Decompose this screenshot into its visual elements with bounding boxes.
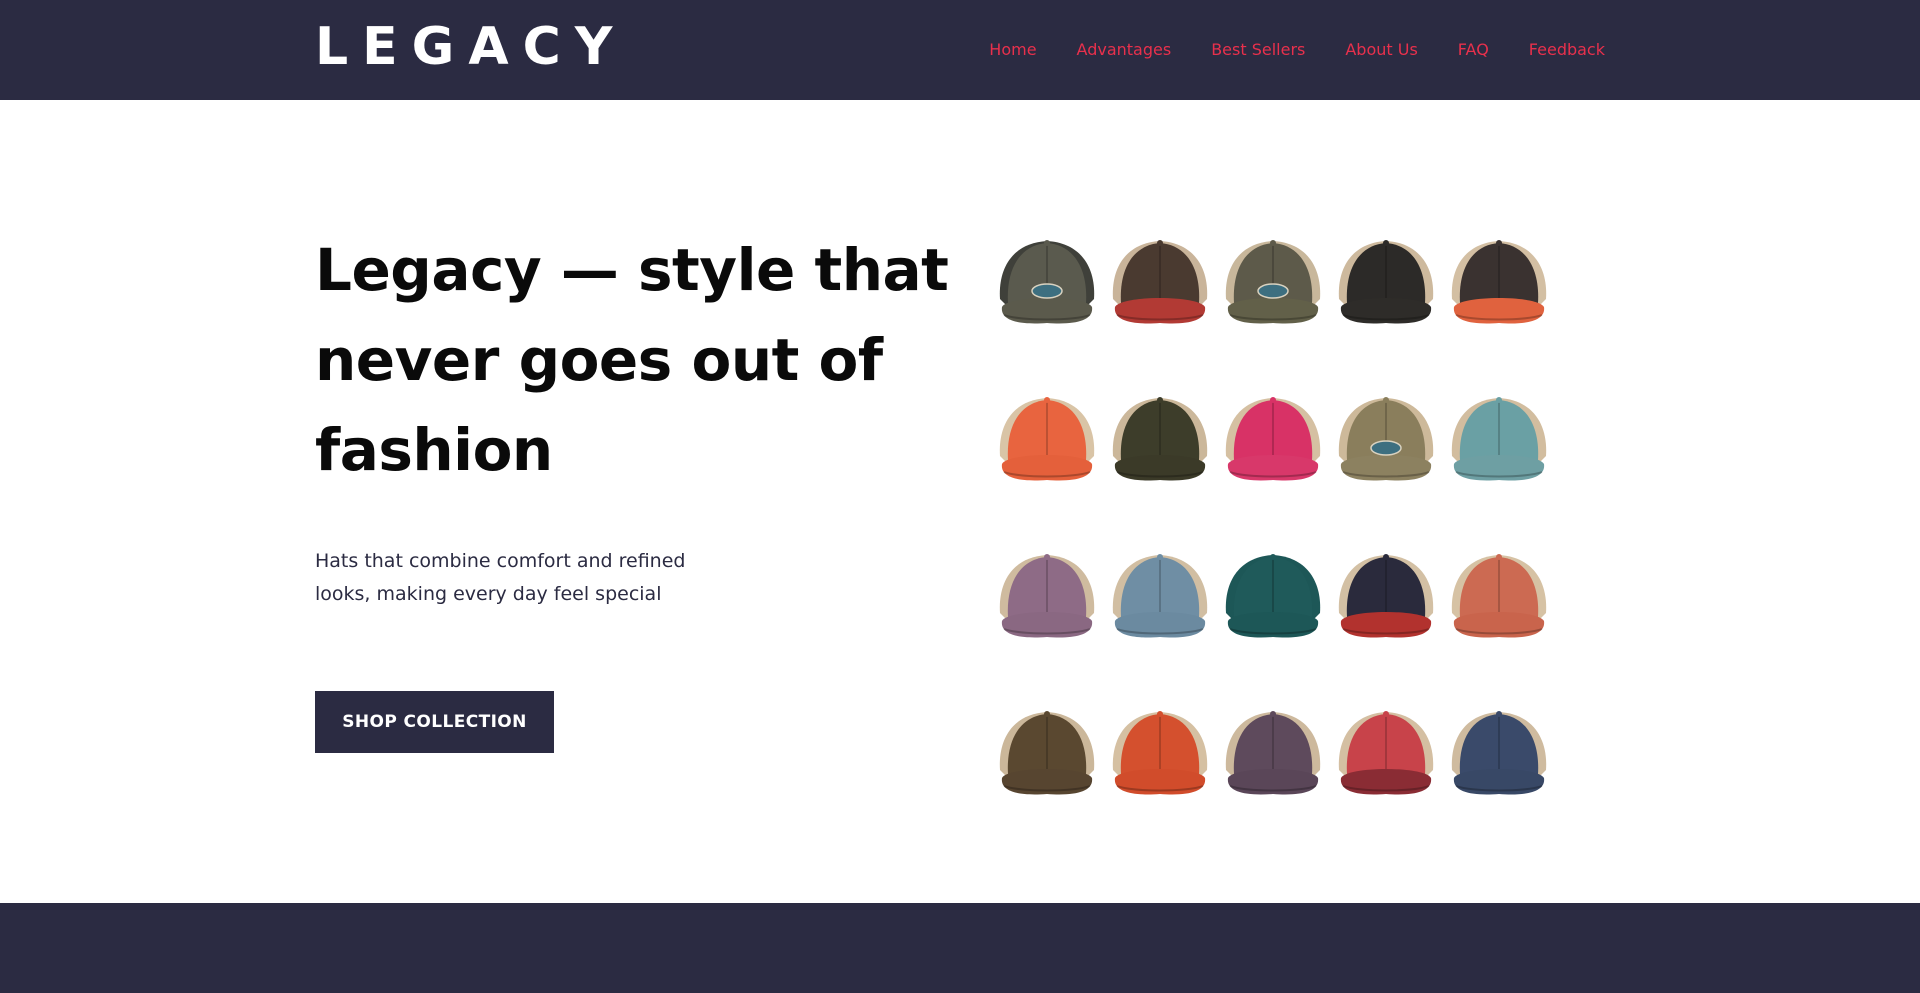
- cap-icon: [1112, 239, 1207, 323]
- cap-icon: [999, 239, 1094, 323]
- nav-link-home[interactable]: Home: [989, 38, 1036, 62]
- cap-icon: [1225, 396, 1320, 480]
- shop-collection-button[interactable]: SHOP COLLECTION: [315, 691, 554, 753]
- nav-link-feedback[interactable]: Feedback: [1529, 38, 1605, 62]
- cap-icon: [1451, 396, 1546, 480]
- moss-patch-cap-image: [1216, 205, 1329, 362]
- red-stripe-cap-image: [1329, 676, 1442, 833]
- cap-icon: [1451, 553, 1546, 637]
- teal-floral-cap-image: [1442, 362, 1555, 519]
- nav-link-faq[interactable]: FAQ: [1458, 38, 1489, 62]
- navy-cap-image: [1442, 676, 1555, 833]
- cap-icon: [999, 553, 1094, 637]
- brown-red-cap-image: [1103, 205, 1216, 362]
- main-nav: Home Advantages Best Sellers About Us FA…: [989, 38, 1605, 62]
- teal-cap-image: [1216, 519, 1329, 676]
- nav-link-best-sellers[interactable]: Best Sellers: [1211, 38, 1305, 62]
- nav-link-advantages[interactable]: Advantages: [1077, 38, 1172, 62]
- charcoal-orange-cap-image: [1442, 205, 1555, 362]
- brand-logo[interactable]: LEGACY: [315, 20, 626, 74]
- cap-icon: [1225, 553, 1320, 637]
- cap-icon: [1225, 710, 1320, 794]
- black-khaki-cap-image: [1329, 205, 1442, 362]
- army-green-cap-image: [1103, 362, 1216, 519]
- footer-band: [0, 903, 1920, 993]
- cap-icon: [1338, 710, 1433, 794]
- hero-subtitle: Hats that combine comfort and refined lo…: [315, 550, 686, 605]
- cap-icon: [1338, 396, 1433, 480]
- cap-icon: [1112, 710, 1207, 794]
- cap-icon: [1338, 239, 1433, 323]
- rust-cap-image: [1442, 519, 1555, 676]
- cap-icon: [999, 396, 1094, 480]
- cap-icon: [1451, 710, 1546, 794]
- pink-cap-image: [1216, 362, 1329, 519]
- burnt-orange-cap-image: [1103, 676, 1216, 833]
- olive-patch-cap-image: [990, 205, 1103, 362]
- top-navigation-bar: LEGACY Home Advantages Best Sellers Abou…: [0, 0, 1920, 100]
- brown-cap-image: [990, 676, 1103, 833]
- nav-link-about-us[interactable]: About Us: [1345, 38, 1417, 62]
- hat-collection-image: [990, 205, 1555, 795]
- stars-cap-image: [1329, 519, 1442, 676]
- cap-icon: [999, 710, 1094, 794]
- cap-icon: [1225, 239, 1320, 323]
- cap-icon: [1112, 396, 1207, 480]
- plum-cap-image: [1216, 676, 1329, 833]
- slate-blue-cap-image: [1103, 519, 1216, 676]
- cap-icon: [1451, 239, 1546, 323]
- camo-khaki-cap-image: [1329, 362, 1442, 519]
- cap-icon: [1112, 553, 1207, 637]
- cap-icon: [1338, 553, 1433, 637]
- hero-title: Legacy — style that never goes out of fa…: [315, 236, 949, 484]
- orange-cap-image: [990, 362, 1103, 519]
- mauve-cap-image: [990, 519, 1103, 676]
